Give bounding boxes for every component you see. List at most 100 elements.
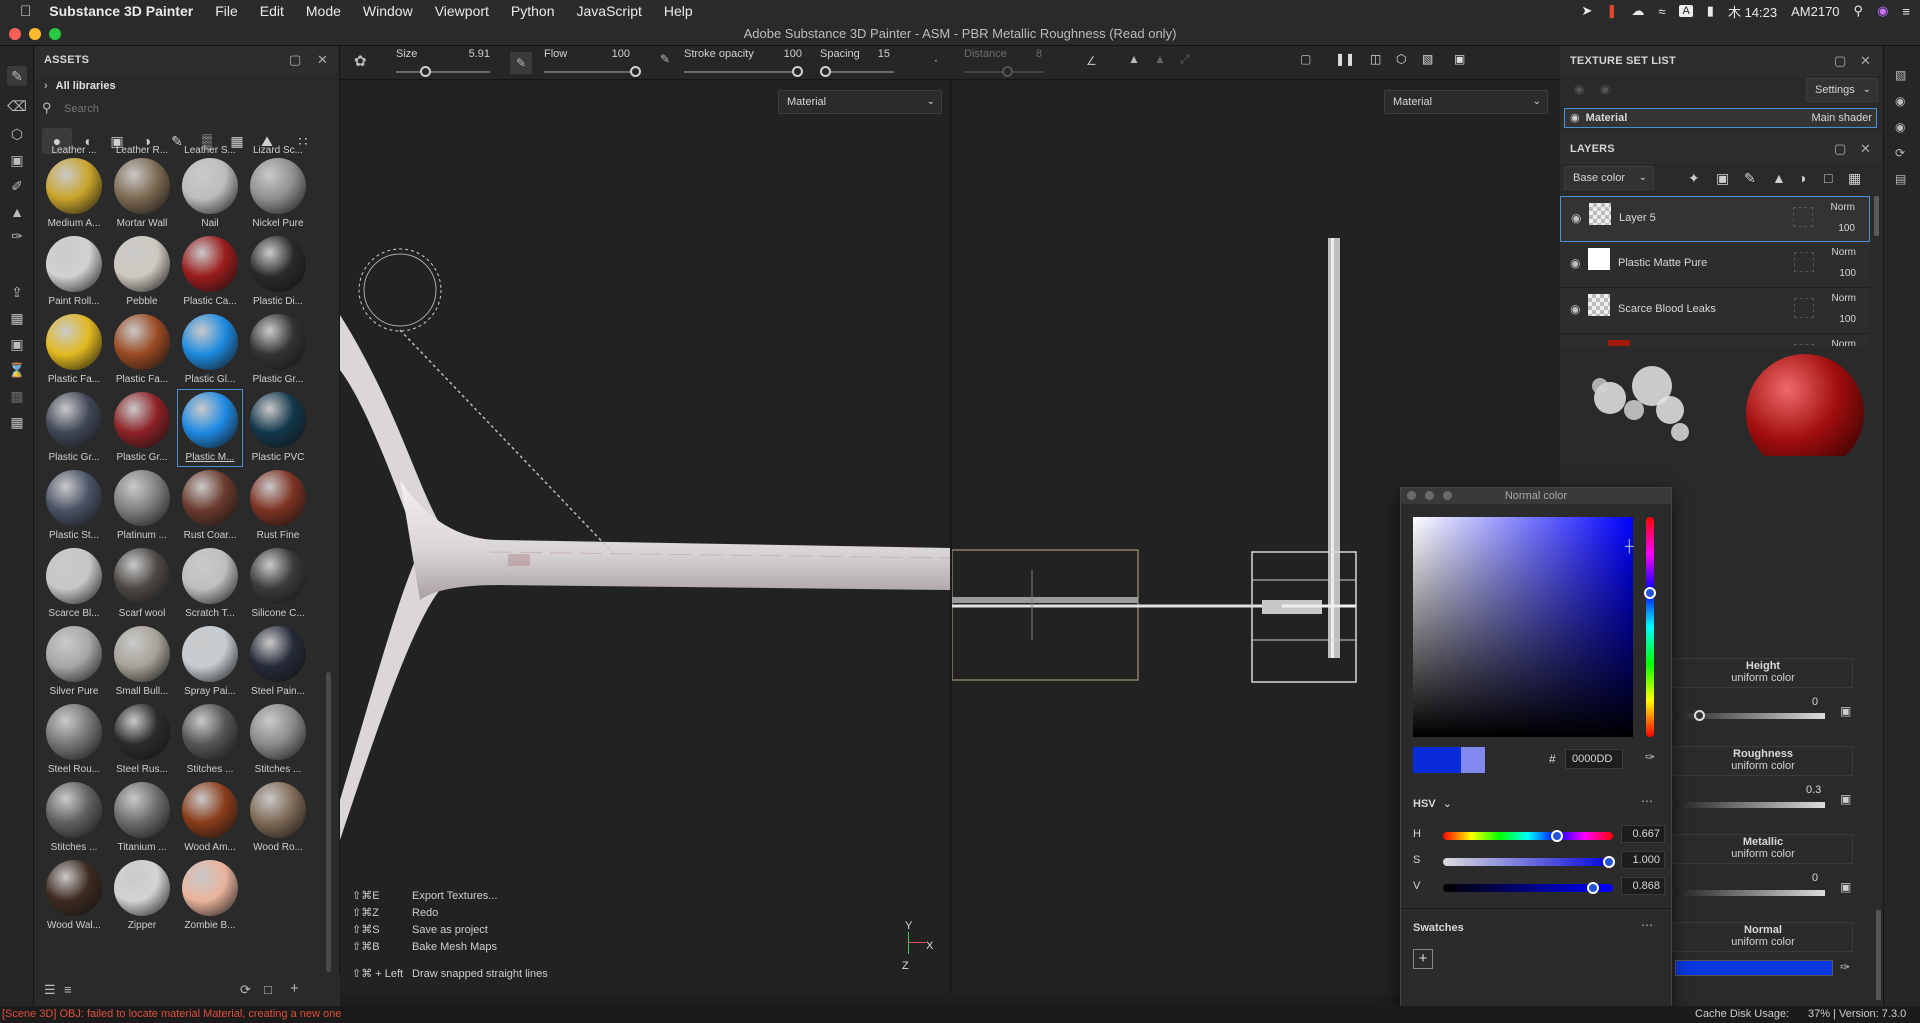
sv-cursor[interactable]: ┼ [1625,539,1634,553]
asset-tile[interactable]: Scarce Bl... [42,546,106,622]
viewport-3d[interactable]: Material ⌄ ⇧⌘E Export Textures... ⇧⌘Z Redo … [340,80,950,994]
hue-strip[interactable] [1644,517,1656,737]
symmetry-icon[interactable]: ▲ [1128,52,1140,66]
height-value[interactable]: 0 [1812,696,1818,708]
close-window-button[interactable] [9,28,21,40]
metallic-channel[interactable]: Metallic uniform color [1673,834,1853,864]
asset-tile[interactable]: Plastic M... [177,389,243,467]
folder-icon[interactable]: □ [264,982,272,997]
asset-tile[interactable]: Scratch T... [178,546,242,622]
menu-viewport[interactable]: Viewport [435,3,489,19]
refresh-icon[interactable]: ⟳ [240,982,251,998]
layer-opacity[interactable]: 100 [1838,223,1855,234]
roughness-channel[interactable]: Roughness uniform color [1673,746,1853,776]
picker-minimize-button[interactable] [1425,491,1434,500]
clone-stamp-icon[interactable]: ▲ [7,202,27,222]
asset-tile[interactable]: Stitches ... [246,702,310,778]
asset-tile[interactable]: Titanium ... [110,780,174,856]
metallic-reset-icon[interactable]: ▣ [1840,880,1851,894]
asset-tile[interactable]: Paint Roll... [42,234,106,310]
undock-icon[interactable]: ▢ [289,46,301,74]
add-smart-material-icon[interactable]: ◑ [1798,170,1806,186]
hue-knob[interactable] [1644,587,1656,599]
shader-settings-icon[interactable]: ◉ [1895,120,1905,134]
asset-tile[interactable]: Plastic Gl... [178,312,242,388]
asset-tile[interactable]: Scarf wool [110,546,174,622]
clock[interactable]: 木 14:23 [1728,2,1777,21]
eyedropper-icon[interactable]: ✑ [1840,960,1850,974]
asset-tile[interactable]: Zombie B... [178,858,242,934]
pause-icon[interactable]: ❚❚ [1335,52,1355,66]
transform-icon[interactable]: ⤢ [1180,52,1190,67]
roughness-value[interactable]: 0.3 [1806,784,1821,796]
search-input[interactable] [64,99,324,119]
eye-icon[interactable]: ◉ [1571,211,1581,225]
mask-slot[interactable] [1793,207,1813,227]
add-paint-layer-icon[interactable]: ✎ [1744,170,1756,187]
layer-scrollbar[interactable] [1874,196,1879,236]
eye-icon[interactable]: ◉ [1570,112,1580,124]
height-channel[interactable]: Height uniform color [1673,658,1853,688]
metallic-value[interactable]: 0 [1812,872,1818,884]
picker-close-button[interactable] [1407,491,1416,500]
saturation-slider[interactable] [1443,856,1615,868]
menu-file[interactable]: File [215,3,238,19]
siri-icon[interactable]: ◉ [1877,3,1888,19]
close-icon[interactable]: ✕ [1860,134,1871,164]
flow-value[interactable]: 100 [590,48,630,60]
menu-help[interactable]: Help [664,3,693,19]
asset-tile[interactable]: Rust Fine [246,468,310,544]
camera-icon[interactable]: ▦ [7,412,27,432]
channel-dropdown[interactable]: Base color ⌄ [1564,166,1654,190]
spacing-slider[interactable] [820,71,894,73]
stroke-opacity-knob[interactable] [792,66,803,77]
asset-tile[interactable]: Plastic Gr... [246,312,310,388]
stroke-pressure-icon[interactable]: ✎ [660,52,670,66]
asset-tile[interactable]: Steel Pain... [246,624,310,700]
visibility-off-icon[interactable]: ◉ [1574,82,1584,96]
menu-mode[interactable]: Mode [306,3,341,19]
eraser-icon[interactable]: ⌫ [7,96,27,116]
camera-settings-icon[interactable]: ▧ [1895,68,1906,82]
add-folder-icon[interactable]: □ [1824,170,1832,186]
list-view-icon[interactable]: ☰ [44,982,56,998]
asset-tile[interactable]: Steel Rou... [42,702,106,778]
close-icon[interactable]: ✕ [1860,46,1871,76]
asset-tile[interactable]: Plastic Di... [246,234,310,310]
close-icon[interactable]: ✕ [317,46,328,74]
texture-set-icon[interactable]: ▦ [7,308,27,328]
flow-slider[interactable] [544,71,638,73]
size-slider-knob[interactable] [420,66,431,77]
normal-channel[interactable]: Normal uniform color [1673,922,1853,952]
asset-tile[interactable]: Nail [178,156,242,232]
export-icon[interactable]: ⇪ [7,282,27,302]
asset-tile[interactable]: Silicone C... [246,546,310,622]
texture-set-settings-dropdown[interactable]: Settings ⌄ [1806,78,1878,102]
distance-slider-knob[interactable] [1002,66,1013,77]
add-effect-icon[interactable]: ✦ [1688,170,1700,187]
asset-tile[interactable]: Platinum ... [110,468,174,544]
shader-icon[interactable]: ▣ [7,334,27,354]
details-view-icon[interactable]: ≡ [64,982,72,997]
value-value[interactable]: 0.868 [1621,877,1665,895]
eye-icon[interactable]: ◉ [1570,302,1580,316]
size-value[interactable]: 5.91 [450,48,490,60]
wifi-icon[interactable]: ≈ [1658,4,1665,19]
spacing-slider-knob[interactable] [820,66,831,77]
status-message[interactable]: [Scene 3D] OBJ: failed to locate materia… [2,1006,341,1023]
more-icon[interactable]: ⋯ [1641,794,1653,808]
asset-tile[interactable]: Silver Pure [42,624,106,700]
assets-search[interactable]: ⚲ [42,98,332,120]
pen-pressure-icon[interactable]: ✎ [510,52,532,74]
asset-tile[interactable]: Plastic Fa... [42,312,106,388]
color-picker-icon[interactable]: ✑ [7,226,27,246]
asset-tile[interactable]: Spray Pai... [178,624,242,700]
menu-python[interactable]: Python [511,3,555,19]
lazy-mouse-icon[interactable]: ‧ [934,54,938,68]
delete-layer-icon[interactable]: ▦ [1848,170,1861,187]
normal-color-swatch[interactable] [1675,960,1833,976]
zoom-window-button[interactable] [49,28,61,40]
geometry-mask-icon[interactable]: ▣ [7,150,27,170]
layer-row[interactable]: ◉ Plastic Matte Pure Norm 100 [1560,242,1870,288]
add-mask-icon[interactable]: ▣ [1716,170,1729,187]
